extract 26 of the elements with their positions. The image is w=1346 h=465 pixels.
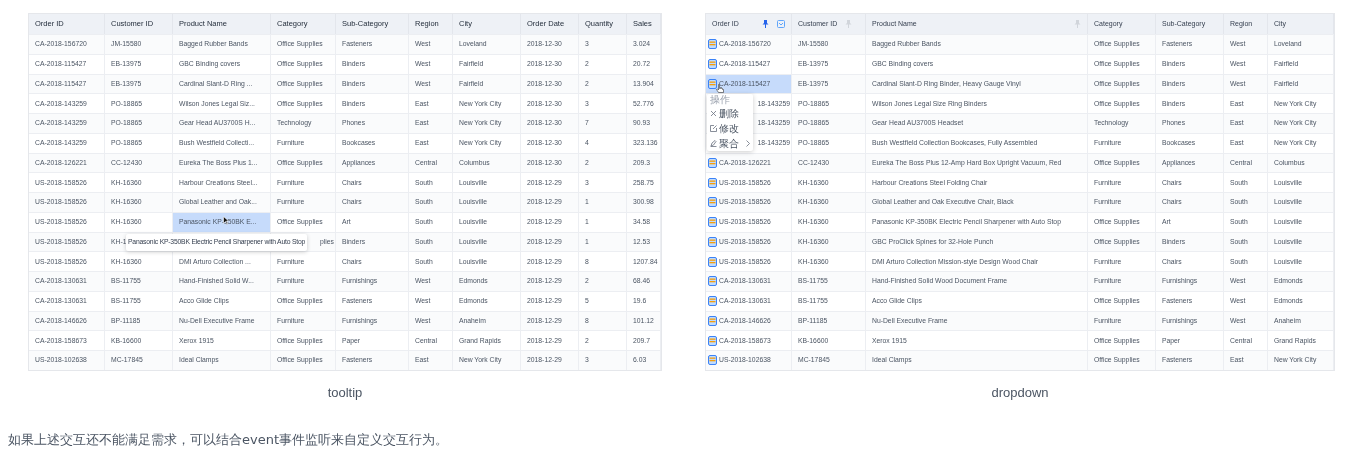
document-icon[interactable] (708, 157, 717, 168)
close-icon (710, 110, 717, 117)
document-icon[interactable] (708, 276, 717, 287)
document-icon[interactable] (708, 39, 717, 50)
caption: dropdown (991, 383, 1049, 402)
edit-icon (710, 125, 717, 132)
document-icon[interactable] (708, 59, 717, 70)
pin-icon[interactable] (762, 20, 769, 28)
document-icon[interactable] (708, 78, 717, 89)
document-icon[interactable] (708, 217, 717, 228)
filter-icon[interactable] (777, 20, 785, 28)
document-icon[interactable] (708, 197, 717, 208)
note-text: 如果上述交互还不能满足需求，可以结合event事件监听来自定义交互行为。 (7, 431, 450, 450)
document-icon[interactable] (708, 355, 717, 366)
document-icon[interactable] (708, 296, 717, 307)
document-icon[interactable] (708, 236, 717, 247)
caption: tooltip (327, 383, 363, 402)
document-icon[interactable] (708, 315, 717, 326)
menu-item[interactable]: 修改 (707, 121, 753, 136)
document-icon[interactable] (708, 335, 717, 346)
document-icon[interactable] (708, 256, 717, 267)
pen-icon (710, 140, 717, 147)
chevron-right-icon (746, 140, 750, 147)
menu-item[interactable]: 聚合 (707, 136, 753, 151)
menu-title: 操作 (709, 94, 731, 106)
document-icon[interactable] (708, 177, 717, 188)
